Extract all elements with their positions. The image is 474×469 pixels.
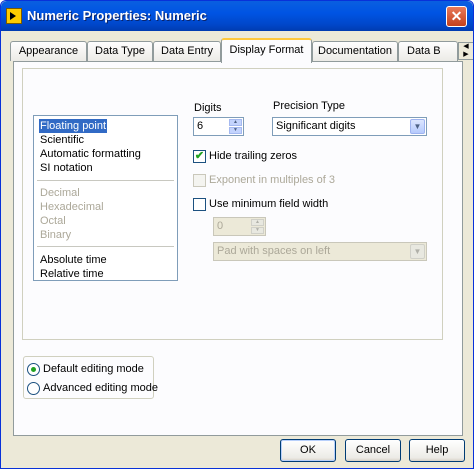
radio-selected-dot [31, 367, 36, 372]
chevron-down-icon: ▼ [410, 244, 425, 259]
list-item-automatic-formatting[interactable]: Automatic formatting [39, 147, 142, 161]
spin-down-icon: ▼ [251, 227, 264, 234]
cancel-button[interactable]: Cancel [345, 439, 401, 462]
tab-appearance[interactable]: Appearance [10, 41, 87, 61]
list-item-floating-point[interactable]: Floating point [39, 119, 108, 133]
spin-up-icon: ▲ [251, 219, 264, 226]
dialog-window: Numeric Properties: Numeric ✕ Appearance… [0, 0, 474, 469]
scroll-right-icon[interactable]: ▶ [459, 51, 473, 59]
list-item-binary: Binary [40, 229, 72, 241]
exponent-multiples-checkbox [193, 174, 206, 187]
digits-label: Digits [194, 102, 222, 114]
advanced-editing-mode-label[interactable]: Advanced editing mode [43, 382, 158, 394]
list-item-hexadecimal: Hexadecimal [40, 201, 104, 213]
min-width-stepper: 0 ▲ ▼ [213, 217, 266, 236]
tab-documentation[interactable]: Documentation [312, 41, 398, 61]
format-listbox[interactable]: Floating point Scientific Automatic form… [33, 115, 178, 281]
tab-data-binding[interactable]: Data B [398, 41, 458, 61]
list-item-scientific[interactable]: Scientific [39, 133, 85, 147]
padding-value: Pad with spaces on left [217, 245, 331, 257]
digits-spin-buttons[interactable]: ▲ ▼ [229, 119, 242, 134]
tab-data-type[interactable]: Data Type [87, 41, 153, 61]
labview-app-icon [6, 8, 22, 24]
chevron-down-icon[interactable]: ▼ [410, 119, 425, 134]
advanced-editing-mode-radio[interactable] [27, 382, 40, 395]
default-editing-mode-label[interactable]: Default editing mode [43, 363, 144, 375]
spin-down-icon[interactable]: ▼ [229, 127, 242, 134]
precision-type-value[interactable]: Significant digits [276, 120, 356, 132]
list-item-absolute-time[interactable]: Absolute time [39, 253, 108, 267]
precision-type-label: Precision Type [273, 100, 345, 112]
tab-display-format[interactable]: Display Format [221, 38, 312, 63]
help-button[interactable]: Help [409, 439, 465, 462]
min-field-width-checkbox[interactable] [193, 198, 206, 211]
min-width-spin-buttons: ▲ ▼ [251, 219, 264, 234]
list-item-decimal: Decimal [40, 187, 80, 199]
min-field-width-label[interactable]: Use minimum field width [209, 198, 328, 210]
ok-button[interactable]: OK [280, 439, 336, 462]
list-item-octal: Octal [40, 215, 66, 227]
min-width-value: 0 [217, 220, 224, 232]
window-title: Numeric Properties: Numeric [27, 8, 207, 23]
padding-select: Pad with spaces on left ▼ [213, 242, 427, 261]
digits-value[interactable]: 6 [197, 120, 203, 132]
list-item-relative-time[interactable]: Relative time [39, 267, 105, 281]
spin-up-icon[interactable]: ▲ [229, 119, 242, 126]
exponent-multiples-label: Exponent in multiples of 3 [209, 174, 335, 186]
hide-trailing-zeros-label[interactable]: Hide trailing zeros [209, 150, 297, 162]
list-separator [37, 180, 174, 181]
close-button[interactable]: ✕ [446, 6, 467, 27]
title-bar[interactable]: Numeric Properties: Numeric ✕ [1, 1, 473, 31]
digits-stepper[interactable]: 6 ▲ ▼ [193, 117, 244, 136]
list-separator [37, 246, 174, 247]
precision-type-select[interactable]: Significant digits ▼ [272, 117, 427, 136]
tab-data-entry[interactable]: Data Entry [153, 41, 221, 61]
hide-trailing-zeros-checkbox[interactable]: ✔ [193, 150, 206, 163]
scroll-left-icon[interactable]: ◀ [459, 43, 473, 51]
tab-scroll-arrows[interactable]: ◀ ▶ [458, 42, 473, 60]
list-item-si-notation[interactable]: SI notation [39, 161, 94, 175]
default-editing-mode-radio[interactable] [27, 363, 40, 376]
